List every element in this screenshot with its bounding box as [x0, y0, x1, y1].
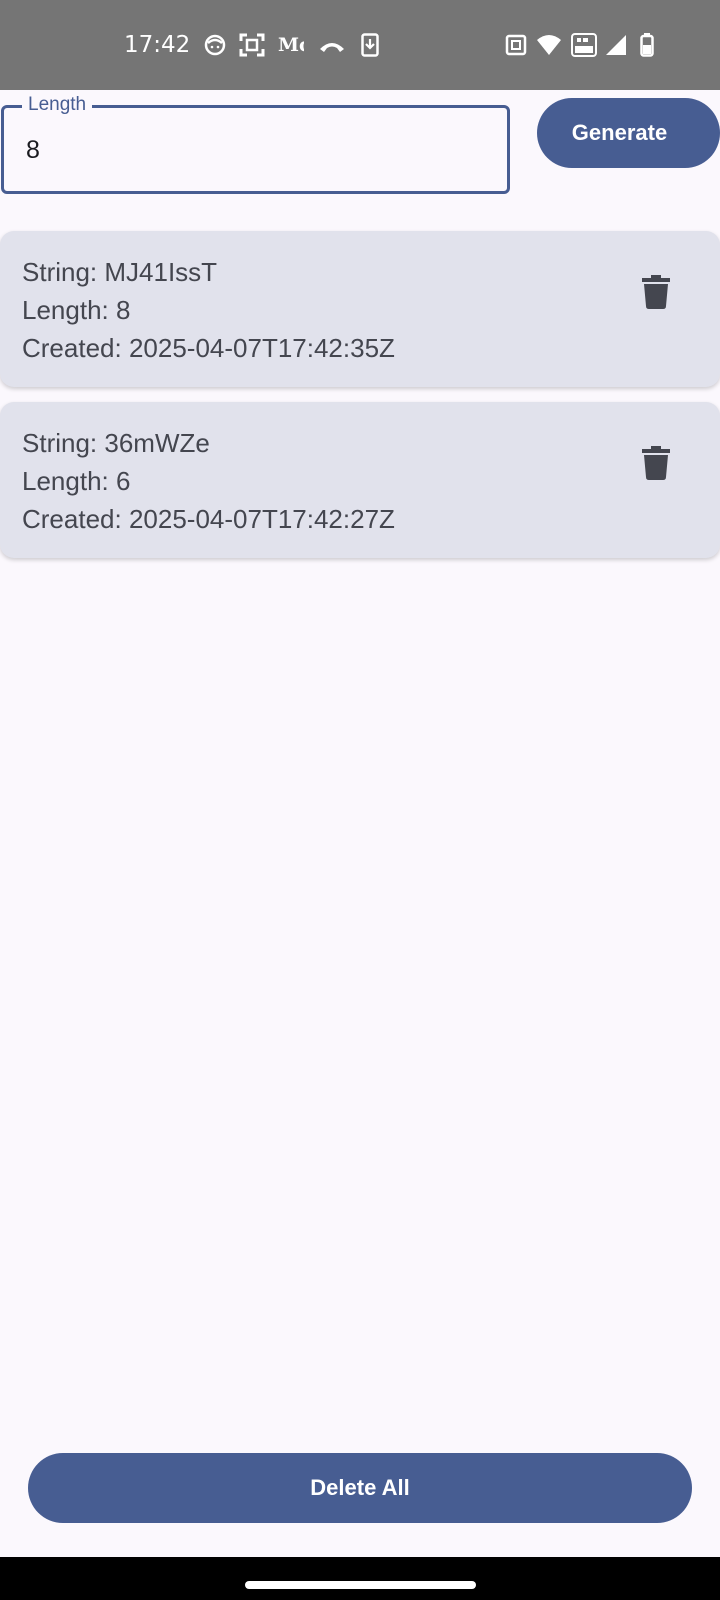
generated-strings-list: String: MJ41IssT Length: 8 Created: 2025…	[0, 231, 720, 573]
home-indicator[interactable]	[245, 1581, 476, 1589]
missed-call-icon	[318, 30, 346, 60]
list-item: String: MJ41IssT Length: 8 Created: 2025…	[0, 231, 720, 387]
length-input[interactable]	[26, 132, 486, 168]
item-string: String: MJ41IssT	[22, 257, 218, 287]
generate-button[interactable]: Generate	[537, 98, 720, 168]
face-icon	[203, 30, 227, 60]
text-notification-icon: Mc	[278, 34, 304, 56]
item-length: Length: 6	[22, 466, 131, 496]
item-created: Created: 2025-04-07T17:42:27Z	[22, 504, 395, 534]
download-icon	[360, 30, 380, 60]
item-length: Length: 8	[22, 295, 131, 325]
delete-all-button[interactable]: Delete All	[28, 1453, 692, 1523]
delete-icon[interactable]	[642, 275, 670, 309]
nfc-icon	[504, 30, 528, 60]
length-field-label: Length	[22, 93, 93, 117]
scan-icon	[238, 30, 266, 60]
list-item: String: 36mWZe Length: 6 Created: 2025-0…	[0, 402, 720, 558]
status-bar: 17:42 Mc	[0, 0, 720, 90]
battery-icon	[640, 30, 654, 60]
status-time: 17:42	[124, 32, 191, 58]
navigation-bar	[0, 1557, 720, 1600]
signal-icon	[604, 30, 628, 60]
delete-icon[interactable]	[642, 446, 670, 480]
wifi-icon	[535, 30, 563, 60]
item-string: String: 36mWZe	[22, 428, 210, 458]
item-created: Created: 2025-04-07T17:42:35Z	[22, 333, 395, 363]
vowifi-icon	[571, 30, 597, 60]
